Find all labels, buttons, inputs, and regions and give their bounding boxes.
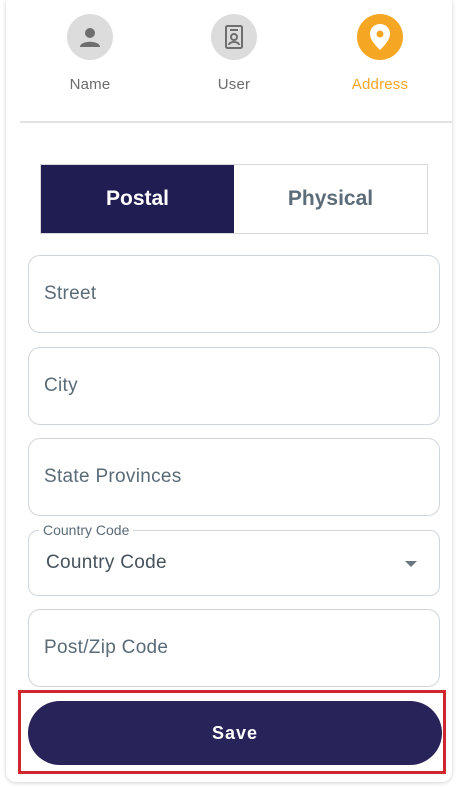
stepper-divider <box>20 121 452 123</box>
person-icon <box>67 14 113 60</box>
address-type-toggle: Postal Physical <box>40 164 428 234</box>
step-label-user: User <box>217 76 251 93</box>
location-pin-icon <box>357 14 403 60</box>
country-code-value: Country Code <box>46 552 167 573</box>
step-label-name: Name <box>69 76 111 93</box>
city-placeholder: City <box>44 375 78 396</box>
dropdown-arrow-icon[interactable] <box>405 561 417 567</box>
step-name[interactable]: Name <box>35 14 145 93</box>
save-button[interactable]: Save <box>28 701 442 765</box>
city-field[interactable]: City <box>28 347 440 425</box>
country-code-select[interactable]: Country Code Country Code <box>28 522 440 596</box>
state-provinces-field[interactable]: State Provinces <box>28 438 440 516</box>
postal-tab[interactable]: Postal <box>41 165 234 233</box>
stepper: Name User Address <box>6 14 452 114</box>
step-label-address: Address <box>351 76 409 93</box>
post-zip-code-placeholder: Post/Zip Code <box>44 637 169 658</box>
address-form-card: Name User Address Postal Physical Street… <box>6 0 452 782</box>
street-field[interactable]: Street <box>28 255 440 333</box>
contact-card-icon <box>211 14 257 60</box>
step-user[interactable]: User <box>179 14 289 93</box>
street-placeholder: Street <box>44 283 97 304</box>
step-address[interactable]: Address <box>325 14 435 93</box>
physical-tab[interactable]: Physical <box>234 165 427 233</box>
post-zip-code-field[interactable]: Post/Zip Code <box>28 609 440 687</box>
state-provinces-placeholder: State Provinces <box>44 466 182 487</box>
